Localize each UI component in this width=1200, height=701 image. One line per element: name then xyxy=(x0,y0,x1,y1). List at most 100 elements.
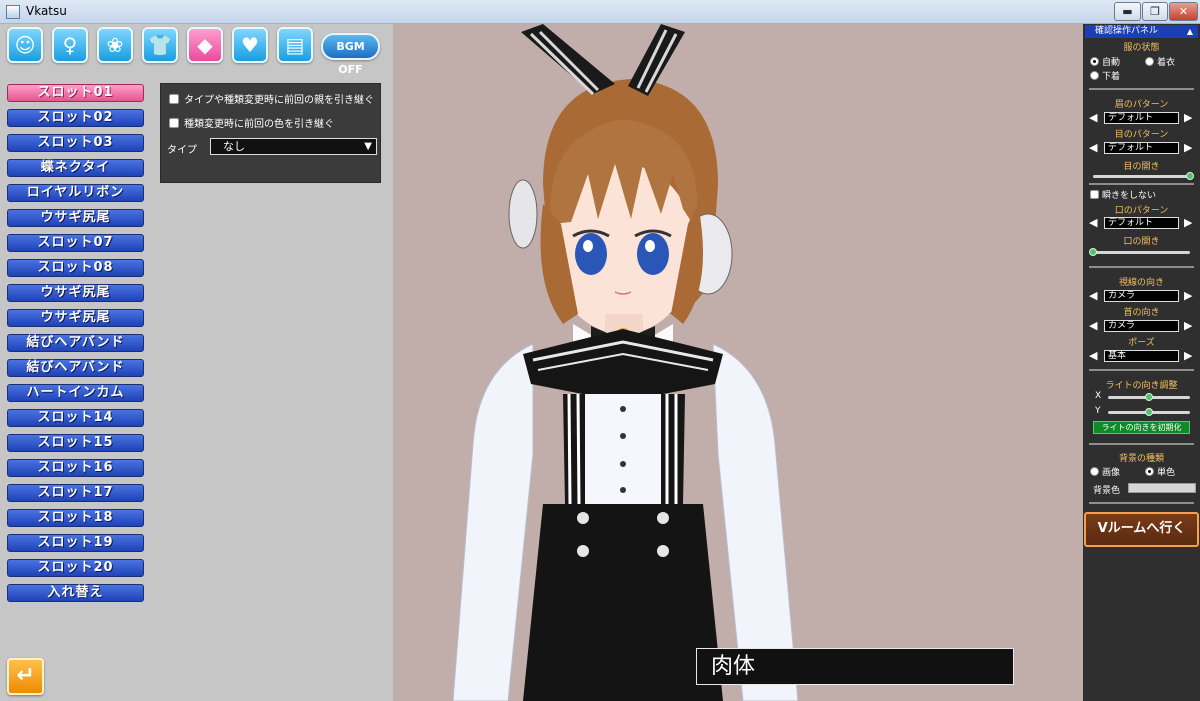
slot-button[interactable]: スロット16 xyxy=(7,459,144,477)
background-solid-option[interactable]: 単色 xyxy=(1145,465,1175,478)
slot-button[interactable]: ロイヤルリボン xyxy=(7,184,144,202)
background-solid-label: 単色 xyxy=(1157,468,1176,478)
eyebrow-pattern-select[interactable]: デフォルト xyxy=(1104,112,1179,124)
type-select[interactable]: なし ▼ xyxy=(210,138,377,155)
gaze-next-icon[interactable]: ▶ xyxy=(1184,289,1192,302)
eye-open-title: 目の開き xyxy=(1123,162,1160,172)
eye-open-slider-knob[interactable] xyxy=(1186,172,1194,180)
mouth-prev-icon[interactable]: ◀ xyxy=(1089,216,1097,229)
slot-button[interactable]: 結びヘアバンド xyxy=(7,334,144,352)
eyebrow-pattern-title: 眉のパターン xyxy=(1114,100,1169,110)
slot-button[interactable]: スロット02 xyxy=(7,109,144,127)
divider xyxy=(1089,369,1194,371)
clothes-auto-option[interactable]: 自動 xyxy=(1090,55,1120,68)
swap-button[interactable]: 入れ替え xyxy=(7,584,144,602)
clothes-underwear-option[interactable]: 下着 xyxy=(1090,69,1120,82)
part-name-box: 肉体 xyxy=(696,648,1014,685)
slot-button[interactable]: ハートインカム xyxy=(7,384,144,402)
clothes-wear-radio[interactable] xyxy=(1145,57,1154,66)
background-image-radio[interactable] xyxy=(1090,467,1099,476)
background-solid-radio[interactable] xyxy=(1145,467,1154,476)
window-titlebar: Vkatsu ▬ ❐ ✕ xyxy=(0,0,1200,24)
clothes-underwear-radio[interactable] xyxy=(1090,71,1099,80)
inherit-color-checkbox[interactable] xyxy=(169,118,179,128)
accessory-icon[interactable]: ◆ xyxy=(187,27,223,63)
mouth-open-slider-knob[interactable] xyxy=(1089,248,1097,256)
no-blink-option[interactable]: 瞬きをしない xyxy=(1090,188,1156,201)
eyebrow-prev-icon[interactable]: ◀ xyxy=(1089,111,1097,124)
no-blink-checkbox[interactable] xyxy=(1090,190,1099,199)
clothes-wear-option[interactable]: 着衣 xyxy=(1145,55,1175,68)
maximize-button[interactable]: ❐ xyxy=(1142,2,1168,21)
character-render xyxy=(452,24,799,701)
slot-button[interactable]: ウサギ尻尾 xyxy=(7,284,144,302)
inherit-parent-checkbox[interactable] xyxy=(169,94,179,104)
eyebrow-next-icon[interactable]: ▶ xyxy=(1184,111,1192,124)
window-title: Vkatsu xyxy=(26,4,67,18)
divider xyxy=(1089,443,1194,445)
left-panel: ☺ ♀ ❀ 👕 ◆ ♥ ▤ BGM OFF スロット01 スロット02 スロット03… xyxy=(0,24,393,701)
slot-button[interactable]: スロット07 xyxy=(7,234,144,252)
background-color-swatch[interactable] xyxy=(1128,483,1196,493)
body-icon[interactable]: ♀ xyxy=(52,27,88,63)
favorite-icon[interactable]: ♥ xyxy=(232,27,268,63)
control-panel-header[interactable]: 確認操作パネル ▲ xyxy=(1085,25,1198,38)
background-type-title: 背景の種類 xyxy=(1118,454,1164,464)
light-x-slider-knob[interactable] xyxy=(1145,393,1153,401)
mouth-pattern-select[interactable]: デフォルト xyxy=(1104,217,1179,229)
slot-button[interactable]: ウサギ尻尾 xyxy=(7,209,144,227)
minimize-button[interactable]: ▬ xyxy=(1114,2,1141,21)
eye-next-icon[interactable]: ▶ xyxy=(1184,141,1192,154)
slot-button[interactable]: スロット08 xyxy=(7,259,144,277)
document-icon[interactable]: ▤ xyxy=(277,27,313,63)
neck-select[interactable]: カメラ xyxy=(1104,320,1179,332)
slot-button[interactable]: スロット01 xyxy=(7,84,144,102)
gaze-select[interactable]: カメラ xyxy=(1104,290,1179,302)
accessory-options: タイプや種類変更時に前回の親を引き継ぐ 種類変更時に前回の色を引き継ぐ タイプ … xyxy=(160,83,381,183)
pose-next-icon[interactable]: ▶ xyxy=(1184,349,1192,362)
reset-light-button[interactable]: ライトの向きを初期化 xyxy=(1093,421,1190,434)
hair-icon[interactable]: ❀ xyxy=(97,27,133,63)
no-blink-label: 瞬きをしない xyxy=(1102,191,1157,201)
inherit-parent-option[interactable]: タイプや種類変更時に前回の親を引き継ぐ xyxy=(169,91,374,106)
slot-button[interactable]: スロット18 xyxy=(7,509,144,527)
eye-prev-icon[interactable]: ◀ xyxy=(1089,141,1097,154)
light-y-slider-knob[interactable] xyxy=(1145,408,1153,416)
go-to-vroom-button[interactable]: Vルームへ行く xyxy=(1084,512,1199,547)
close-button[interactable]: ✕ xyxy=(1169,2,1198,21)
gaze-title: 視線の向き xyxy=(1118,278,1164,288)
slot-button[interactable]: スロット19 xyxy=(7,534,144,552)
slot-button[interactable]: スロット20 xyxy=(7,559,144,577)
face-icon[interactable]: ☺ xyxy=(7,27,43,63)
divider xyxy=(1089,183,1194,185)
gaze-prev-icon[interactable]: ◀ xyxy=(1089,289,1097,302)
slot-button[interactable]: 結びヘアバンド xyxy=(7,359,144,377)
slot-button[interactable]: スロット17 xyxy=(7,484,144,502)
mouth-open-slider[interactable] xyxy=(1093,251,1190,254)
divider xyxy=(1089,502,1194,504)
slot-button[interactable]: スロット14 xyxy=(7,409,144,427)
back-arrow-icon[interactable]: ↵ xyxy=(7,658,44,695)
neck-prev-icon[interactable]: ◀ xyxy=(1089,319,1097,332)
mouth-next-icon[interactable]: ▶ xyxy=(1184,216,1192,229)
background-image-option[interactable]: 画像 xyxy=(1090,465,1120,478)
slot-button[interactable]: スロット15 xyxy=(7,434,144,452)
slot-button[interactable]: スロット03 xyxy=(7,134,144,152)
neck-next-icon[interactable]: ▶ xyxy=(1184,319,1192,332)
eye-open-slider[interactable] xyxy=(1093,175,1190,178)
pose-select[interactable]: 基本 xyxy=(1104,350,1179,362)
pose-prev-icon[interactable]: ◀ xyxy=(1089,349,1097,362)
collapse-icon[interactable]: ▲ xyxy=(1187,25,1193,38)
slot-button[interactable]: ウサギ尻尾 xyxy=(7,309,144,327)
bgm-toggle-button[interactable]: BGM OFF xyxy=(321,33,380,76)
slot-button[interactable]: 蝶ネクタイ xyxy=(7,159,144,177)
eye-pattern-select[interactable]: デフォルト xyxy=(1104,142,1179,154)
clothes-auto-radio[interactable] xyxy=(1090,57,1099,66)
inherit-color-option[interactable]: 種類変更時に前回の色を引き継ぐ xyxy=(169,115,334,130)
mouth-open-title: 口の開き xyxy=(1123,237,1160,247)
character-viewport[interactable]: 肉体 xyxy=(393,24,1083,701)
inherit-parent-label: タイプや種類変更時に前回の親を引き継ぐ xyxy=(184,95,374,106)
clothes-auto-label: 自動 xyxy=(1102,58,1121,68)
app-icon xyxy=(6,5,20,19)
clothes-icon[interactable]: 👕 xyxy=(142,27,178,63)
